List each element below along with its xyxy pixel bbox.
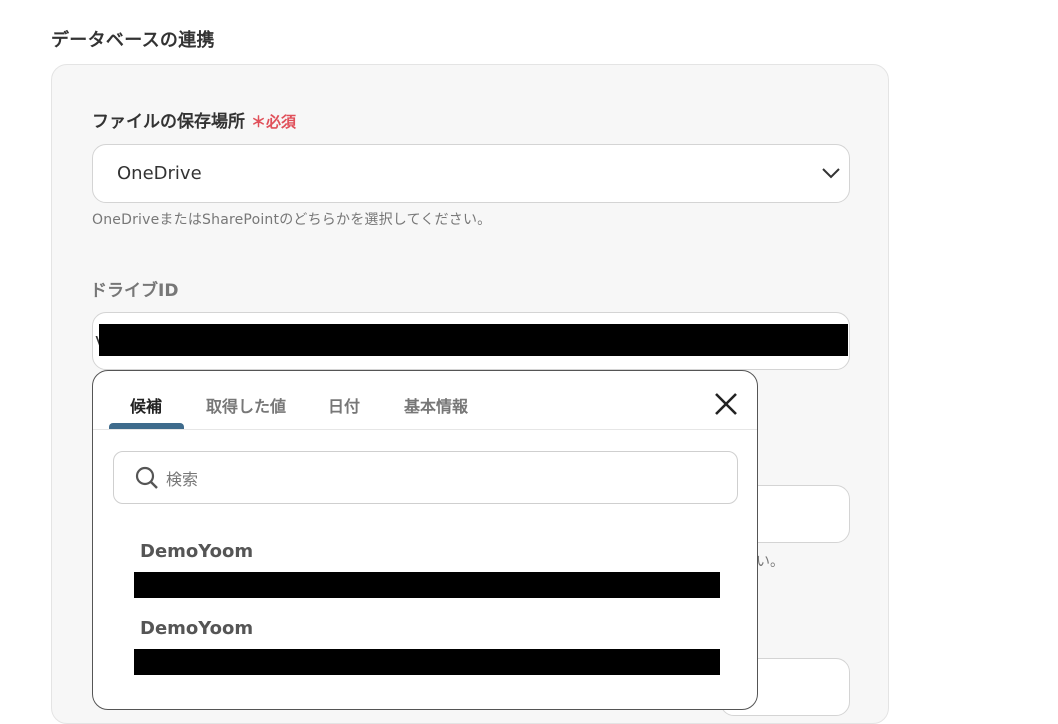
storage-location-select[interactable]: OneDrive — [92, 144, 850, 203]
search-input[interactable] — [164, 464, 708, 494]
section-title: データベースの連携 — [51, 30, 215, 51]
required-badge: ＊必須 — [251, 113, 297, 131]
candidate-option-name: DemoYoom — [140, 618, 254, 639]
tab-divider — [93, 429, 757, 430]
redacted-candidate-id — [134, 572, 720, 598]
candidate-option-name: DemoYoom — [140, 541, 254, 562]
storage-location-value: OneDrive — [117, 163, 202, 184]
search-icon — [135, 466, 158, 489]
storage-location-label: ファイルの保存場所 ＊必須 — [92, 107, 296, 132]
storage-location-label-text: ファイルの保存場所 — [92, 112, 245, 132]
redacted-drive-id — [99, 324, 848, 356]
tab-basic-info[interactable]: 基本情報 — [404, 393, 468, 417]
search-field[interactable] — [113, 451, 738, 504]
tab-date[interactable]: 日付 — [328, 393, 360, 417]
hidden-field-help-fragment: い。 — [756, 554, 784, 570]
close-icon[interactable] — [713, 391, 739, 417]
drive-id-label: ドライブID — [90, 281, 179, 301]
candidate-popover: 候補 取得した値 日付 基本情報 DemoYoom DemoYoom — [92, 370, 758, 710]
tab-candidates[interactable]: 候補 — [130, 393, 162, 417]
tab-retrieved-values[interactable]: 取得した値 — [206, 393, 286, 417]
storage-location-help: OneDriveまたはSharePointのどちらかを選択してください。 — [92, 212, 492, 228]
chevron-down-icon — [822, 168, 840, 179]
redacted-candidate-id — [134, 649, 720, 675]
